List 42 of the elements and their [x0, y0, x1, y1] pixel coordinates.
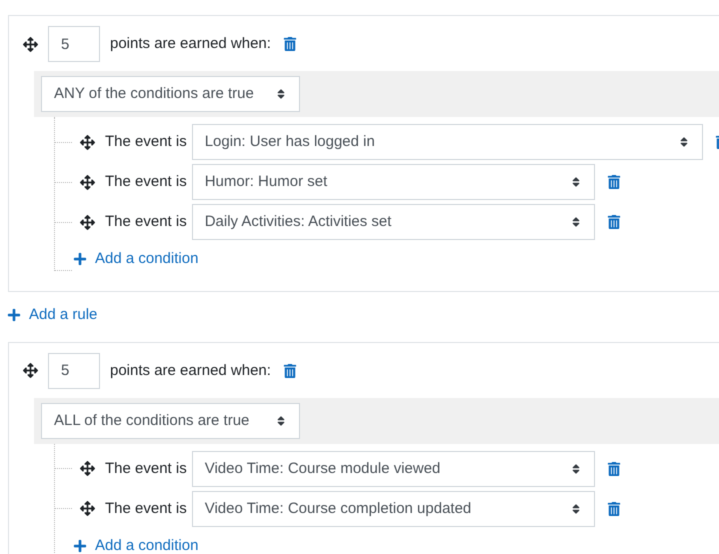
- sort-icon: [570, 176, 582, 188]
- points-input[interactable]: 5: [48, 352, 100, 389]
- add-rule-link[interactable]: Add a rule: [7, 304, 98, 326]
- move-handle-icon[interactable]: [80, 501, 95, 516]
- plus-icon: [73, 252, 87, 266]
- add-condition-link[interactable]: Add a condition: [73, 248, 198, 270]
- condition-label: The event is: [105, 498, 187, 518]
- points-label: points are earned when:: [110, 34, 271, 54]
- delete-icon[interactable]: [606, 175, 621, 189]
- plus-icon: [73, 539, 87, 553]
- event-select[interactable]: Daily Activities: Activities set: [192, 204, 595, 240]
- points-label: points are earned when:: [110, 360, 271, 380]
- delete-icon[interactable]: [606, 215, 621, 229]
- event-select[interactable]: Login: User has logged in: [192, 124, 703, 160]
- sort-icon: [275, 414, 287, 427]
- points-input[interactable]: 5: [48, 26, 100, 62]
- operator-select[interactable]: ANY of the conditions are true: [41, 76, 300, 112]
- delete-icon[interactable]: [282, 364, 297, 378]
- plus-icon: [7, 308, 21, 322]
- condition-label: The event is: [105, 212, 187, 232]
- sort-icon: [570, 216, 582, 228]
- move-handle-icon[interactable]: [23, 36, 38, 52]
- move-handle-icon[interactable]: [80, 134, 95, 150]
- move-handle-icon[interactable]: [80, 461, 95, 476]
- condition-label: The event is: [105, 132, 187, 152]
- delete-icon[interactable]: [282, 37, 297, 51]
- add-condition-link[interactable]: Add a condition: [73, 534, 198, 554]
- delete-icon[interactable]: [606, 462, 621, 476]
- operator-select[interactable]: ALL of the conditions are true: [41, 402, 300, 439]
- delete-icon[interactable]: [606, 502, 621, 516]
- move-handle-icon[interactable]: [23, 363, 38, 378]
- sort-icon: [275, 88, 287, 100]
- move-handle-icon[interactable]: [80, 214, 95, 230]
- event-select[interactable]: Humor: Humor set: [192, 164, 595, 200]
- sort-icon: [678, 136, 690, 148]
- condition-label: The event is: [105, 458, 187, 478]
- event-select[interactable]: Video Time: Course module viewed: [192, 450, 595, 487]
- condition-label: The event is: [105, 172, 187, 192]
- event-select[interactable]: Video Time: Course completion updated: [192, 490, 595, 527]
- move-handle-icon[interactable]: [80, 174, 95, 190]
- sort-icon: [570, 462, 582, 475]
- sort-icon: [570, 502, 582, 515]
